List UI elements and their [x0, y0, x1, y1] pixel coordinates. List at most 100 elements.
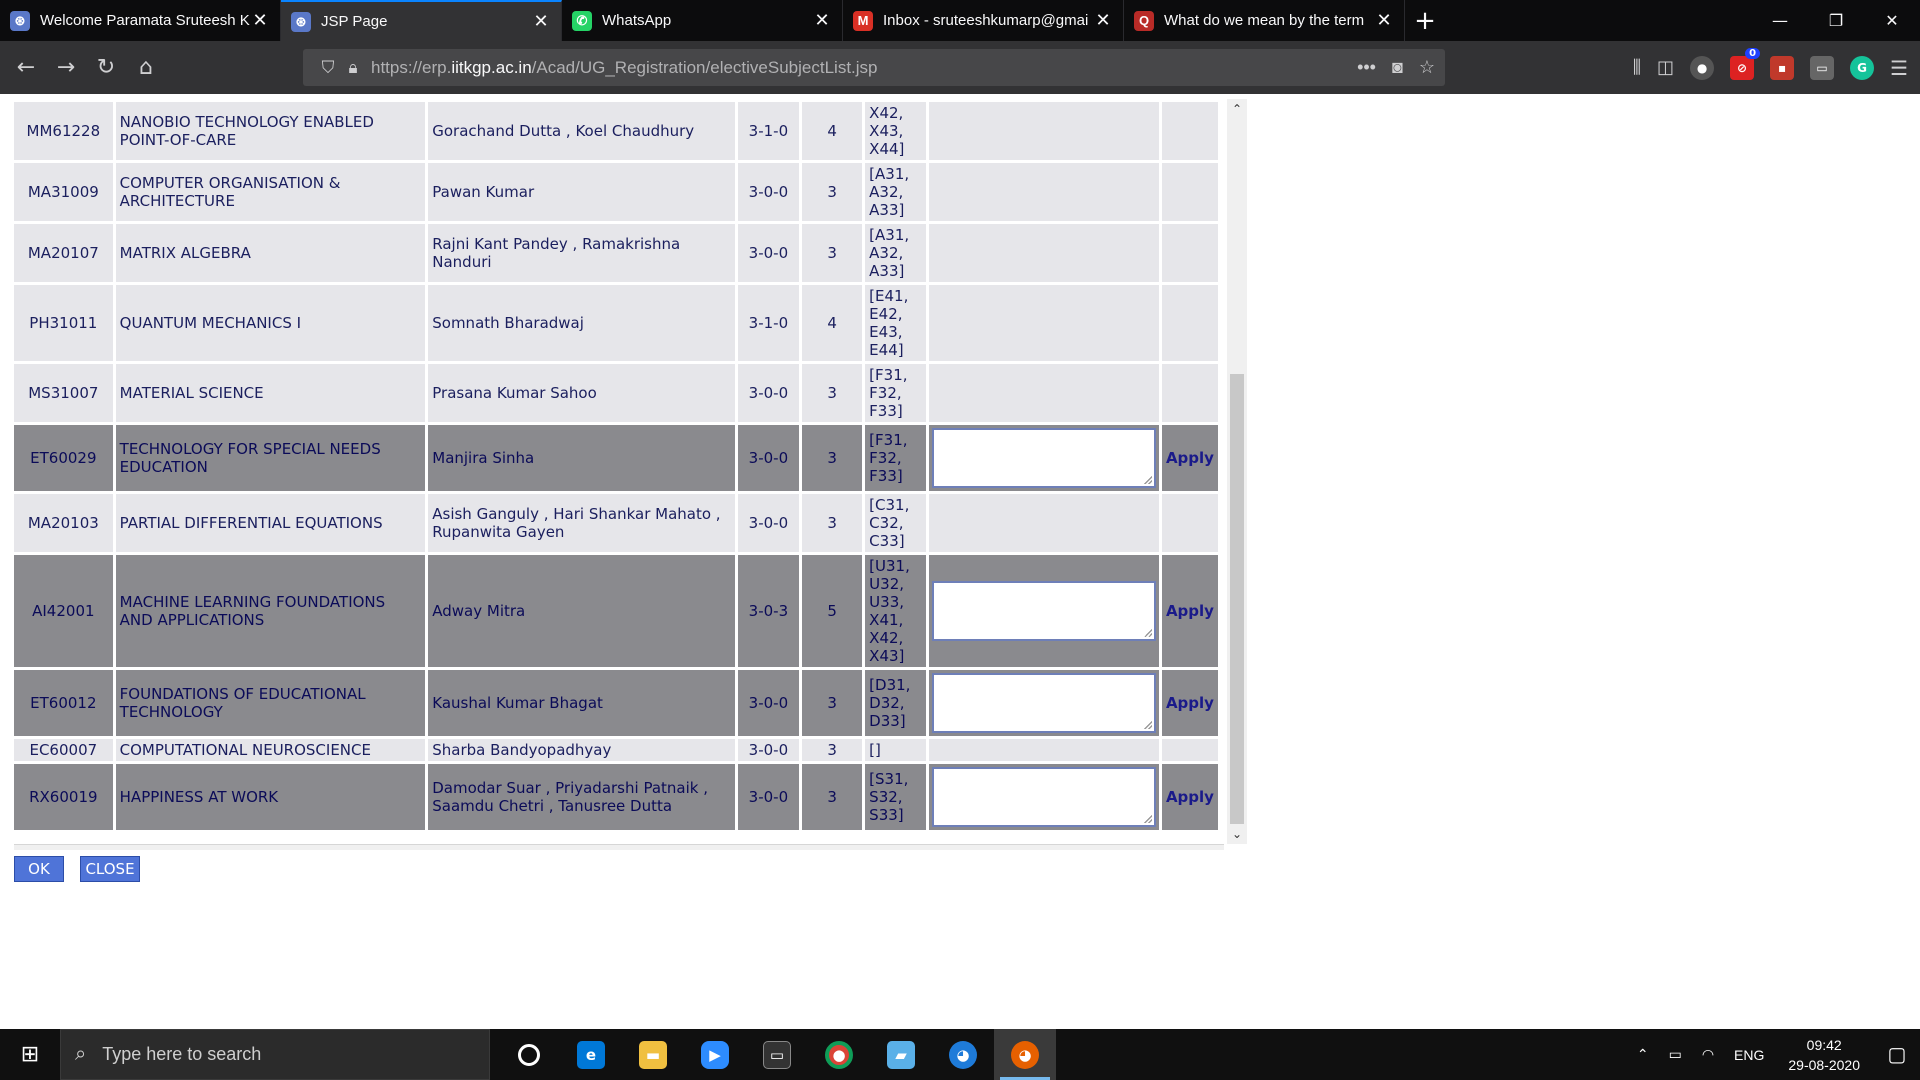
reload-icon[interactable]: ↻ — [86, 48, 126, 88]
firefox-blue-icon[interactable]: ◕ — [932, 1029, 994, 1080]
home-icon[interactable]: ⌂ — [126, 48, 166, 88]
slot-list: [A31, A32, A33] — [865, 224, 926, 282]
tab-close-icon[interactable]: ✕ — [1093, 10, 1113, 31]
credits: 3 — [802, 163, 863, 221]
remark-textarea[interactable] — [931, 767, 1156, 827]
forward-icon[interactable]: → — [46, 48, 86, 88]
apply-link[interactable]: Apply — [1166, 788, 1214, 806]
back-icon[interactable]: ← — [6, 48, 46, 88]
remark-cell — [928, 364, 1159, 422]
screenshot-extension-icon[interactable]: ▭ — [1810, 55, 1835, 80]
url-path: /Acad/UG_Registration/electiveSubjectLis… — [531, 57, 878, 77]
apply-cell: Apply — [1161, 764, 1218, 830]
tab-close-icon[interactable]: ✕ — [1374, 10, 1394, 31]
remark-cell — [928, 555, 1159, 667]
instructor-names: Rajni Kant Pandey , Ramakrishna Nanduri — [428, 224, 735, 282]
scroll-up-icon[interactable]: ⌃ — [1227, 99, 1247, 119]
office-extension-icon[interactable]: ▪ — [1770, 55, 1795, 80]
remark-cell — [928, 670, 1159, 736]
scroll-down-icon[interactable]: ⌄ — [1227, 824, 1247, 844]
subject-name: MACHINE LEARNING FOUNDATIONS AND APPLICA… — [115, 555, 426, 667]
ltp-structure: 3-1-0 — [737, 102, 800, 160]
scrollbar-thumb[interactable] — [1230, 374, 1244, 824]
tab-favicon-icon: ✆ — [572, 10, 592, 31]
terminal-icon[interactable]: ▭ — [746, 1029, 808, 1080]
library-icon[interactable]: ⫼ — [1633, 57, 1641, 78]
browser-tab[interactable]: Q What do we mean by the term ✕ — [1124, 0, 1405, 41]
subject-row: RX60019 HAPPINESS AT WORK Damodar Suar , P… — [14, 764, 1218, 830]
edge-icon[interactable]: e — [560, 1029, 622, 1080]
pocket-icon[interactable]: ◙ — [1392, 57, 1403, 78]
tracking-shield-icon[interactable]: ⛉ — [315, 58, 341, 78]
cortana-icon[interactable] — [498, 1029, 560, 1080]
ok-button[interactable]: OK — [14, 856, 64, 882]
new-tab-button[interactable]: + — [1405, 0, 1445, 41]
battery-icon[interactable]: ▭ — [1659, 1046, 1692, 1063]
subject-code: MM61228 — [14, 102, 113, 160]
tab-favicon-icon: ⊛ — [291, 11, 311, 32]
subject-name: COMPUTER ORGANISATION & ARCHITECTURE — [115, 163, 426, 221]
subject-list-scroll-area[interactable]: MM61228 NANOBIO TECHNOLOGY ENABLED POINT-… — [14, 99, 1246, 841]
account-avatar-icon[interactable]: ● — [1690, 55, 1715, 80]
instructor-names: Prasana Kumar Sahoo — [428, 364, 735, 422]
url-bar[interactable]: ⛉ 🔒︎ https://erp. iitkgp.ac.in/Acad/UG_Re… — [303, 49, 1445, 86]
windows-start-icon[interactable]: ⊞ — [0, 1029, 60, 1080]
tab-close-icon[interactable]: ✕ — [812, 10, 832, 31]
tab-close-icon[interactable]: ✕ — [531, 11, 551, 32]
remark-textarea[interactable] — [931, 428, 1156, 488]
zoom-icon[interactable]: ▶ — [684, 1029, 746, 1080]
taskbar-search-box[interactable]: ⌕ Type here to search — [60, 1029, 490, 1080]
system-tray: ⌃ ▭ ◠ ENG 09:42 29-08-2020 ▢ — [1627, 1029, 1920, 1080]
subject-row: ET60012 FOUNDATIONS OF EDUCATIONAL TECHNO… — [14, 670, 1218, 736]
subject-name: HAPPINESS AT WORK — [115, 764, 426, 830]
apply-cell — [1161, 739, 1218, 761]
clock-time: 09:42 — [1806, 1036, 1842, 1053]
firefox-icon[interactable]: ◕ — [994, 1029, 1056, 1080]
close-window-icon[interactable]: ✕ — [1864, 0, 1920, 41]
apply-link[interactable]: Apply — [1166, 694, 1214, 712]
menu-icon[interactable]: ☰ — [1890, 56, 1908, 80]
bookmark-star-icon[interactable]: ☆ — [1419, 57, 1435, 78]
language-indicator[interactable]: ENG — [1724, 1047, 1774, 1063]
restore-icon[interactable]: ❐ — [1808, 0, 1864, 41]
clock[interactable]: 09:42 29-08-2020 — [1774, 1035, 1874, 1075]
subject-code: ET60029 — [14, 425, 113, 491]
tab-title: What do we mean by the term — [1164, 12, 1365, 29]
sidebar-icon[interactable]: ◫ — [1657, 57, 1674, 78]
remark-textarea[interactable] — [931, 673, 1156, 733]
lock-icon[interactable]: 🔒︎ — [341, 58, 365, 78]
apply-link[interactable]: Apply — [1166, 449, 1214, 467]
browser-tab[interactable]: M Inbox - sruteeshkumarp@gmai ✕ — [843, 0, 1124, 41]
subject-name: MATERIAL SCIENCE — [115, 364, 426, 422]
minimize-icon[interactable]: — — [1752, 0, 1808, 41]
subject-code: PH31011 — [14, 285, 113, 361]
instructor-names: Pawan Kumar — [428, 163, 735, 221]
remark-cell — [928, 224, 1159, 282]
close-button[interactable]: CLOSE — [80, 856, 140, 882]
notifications-icon[interactable]: ▢ — [1874, 1029, 1920, 1080]
grammarly-icon[interactable]: G — [1850, 55, 1875, 80]
instructor-names: Asish Ganguly , Hari Shankar Mahato , Ru… — [428, 494, 735, 552]
slot-list: [C31, C32, C33] — [865, 494, 926, 552]
subject-name: NANOBIO TECHNOLOGY ENABLED POINT-OF-CARE — [115, 102, 426, 160]
subject-name: QUANTUM MECHANICS I — [115, 285, 426, 361]
browser-tab[interactable]: ✆ WhatsApp ✕ — [562, 0, 843, 41]
file-explorer-icon[interactable]: ▬ — [622, 1029, 684, 1080]
tab-close-icon[interactable]: ✕ — [250, 10, 270, 31]
network-app-icon[interactable]: ▰ — [870, 1029, 932, 1080]
vertical-scrollbar[interactable]: ⌃ ⌄ — [1227, 99, 1247, 844]
adblock-extension-icon[interactable]: ⊘ 0 — [1730, 47, 1761, 80]
chrome-icon[interactable]: ● — [808, 1029, 870, 1080]
subject-row: MA31009 COMPUTER ORGANISATION & ARCHITECT… — [14, 163, 1218, 221]
windows-taskbar: ⊞ ⌕ Type here to search e ▬ ▶ ▭ ● ▰ ◕ ◕ … — [0, 1029, 1920, 1080]
show-hidden-icons-icon[interactable]: ⌃ — [1627, 1046, 1659, 1063]
browser-tab[interactable]: ⊛ Welcome Paramata Sruteesh Ku ✕ — [0, 0, 281, 41]
horizontal-scrollbar[interactable] — [14, 844, 1224, 850]
credits: 4 — [802, 102, 863, 160]
wifi-icon[interactable]: ◠ — [1692, 1046, 1724, 1063]
apply-cell — [1161, 494, 1218, 552]
page-actions-icon[interactable]: ••• — [1357, 57, 1376, 78]
remark-textarea[interactable] — [931, 581, 1156, 641]
browser-tab[interactable]: ⊛ JSP Page ✕ — [281, 0, 562, 41]
apply-link[interactable]: Apply — [1166, 602, 1214, 620]
